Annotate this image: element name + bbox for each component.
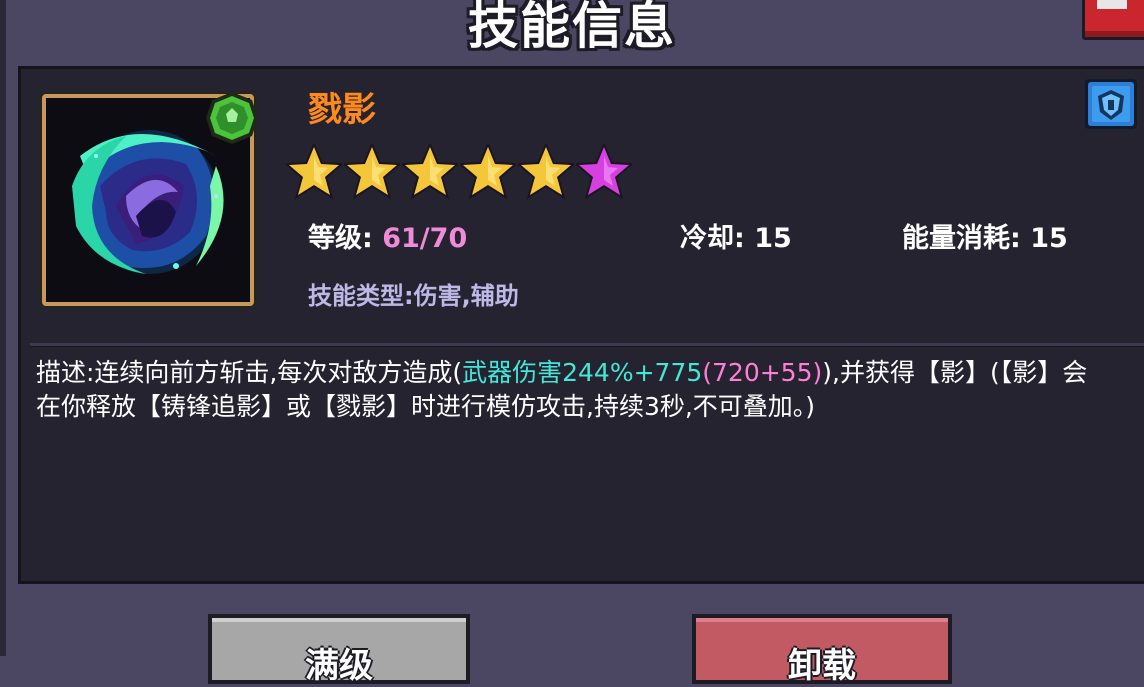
description-highlight-breakdown: (720+55)	[702, 358, 823, 387]
green-gem-icon	[206, 92, 258, 144]
window-title: 技能信息	[468, 0, 676, 55]
level-value: 61/70	[382, 223, 468, 254]
energy-stat: 能量消耗: 15	[902, 216, 1068, 255]
skill-description: 描述:连续向前方斩击,每次对敌方造成(武器伤害244%+775(720+55))…	[36, 356, 1106, 424]
energy-label: 能量消耗:	[902, 223, 1021, 254]
gold-star-icon	[286, 144, 342, 200]
description-text-start: 描述:连续向前方斩击,每次对敌方造成(	[36, 358, 463, 387]
gold-star-icon	[460, 144, 516, 200]
cooldown-stat: 冷却: 15	[680, 216, 792, 255]
max-level-button[interactable]: 满级	[208, 614, 470, 686]
skill-name: 戮影	[308, 90, 376, 130]
window-left-edge	[0, 0, 6, 656]
gold-star-icon	[518, 144, 574, 200]
close-button[interactable]	[1082, 0, 1144, 40]
level-label: 等级:	[308, 223, 373, 254]
cooldown-value: 15	[754, 223, 792, 254]
level-stat: 等级: 61/70	[308, 216, 467, 255]
gold-star-icon	[344, 144, 400, 200]
cooldown-label: 冷却:	[680, 223, 745, 254]
section-divider-shadow	[30, 346, 1144, 347]
skill-type: 技能类型:伤害,辅助	[308, 282, 519, 310]
close-icon[interactable]	[1097, 0, 1127, 9]
blue-shield-icon[interactable]	[1084, 78, 1138, 130]
unload-button[interactable]: 卸载	[692, 614, 952, 686]
description-highlight: 武器伤害244%+775	[462, 358, 703, 387]
energy-value: 15	[1030, 223, 1068, 254]
max-level-button-label: 满级	[305, 646, 373, 686]
gold-star-icon	[402, 144, 458, 200]
special-star-icon	[576, 144, 632, 200]
unload-button-label: 卸载	[788, 646, 856, 686]
